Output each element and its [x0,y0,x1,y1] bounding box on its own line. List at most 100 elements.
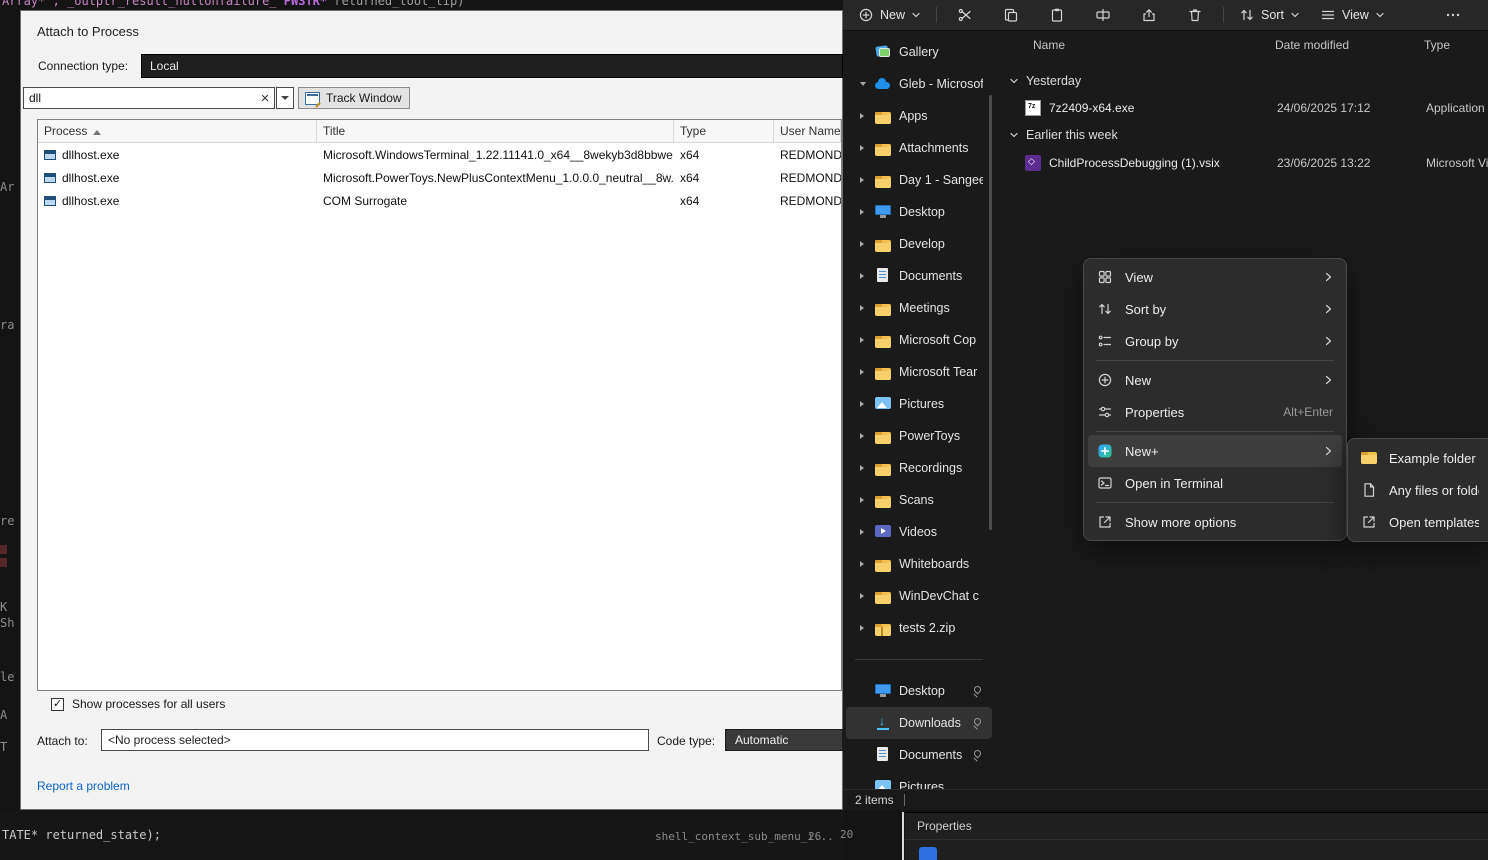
nav-label: tests 2.zip [899,621,955,635]
nav-item-onedrive[interactable]: Gleb - Microsof [846,68,992,100]
nav-item-attachments[interactable]: Attachments [846,132,992,164]
nav-item-documents-pinned[interactable]: Documents [846,739,992,771]
column-header-name[interactable]: Name [1033,38,1275,60]
chevron-down-icon[interactable] [860,82,870,86]
column-header-type[interactable]: Type [674,120,774,142]
nav-item-apps[interactable]: Apps [846,100,992,132]
context-menu-item-sort-by[interactable]: Sort by [1088,293,1342,325]
cut-button[interactable] [942,2,988,28]
chevron-right-icon[interactable] [860,337,870,343]
nav-item-pictures[interactable]: Pictures [846,388,992,420]
submenu-item-example-folder[interactable]: Example folder [1352,442,1488,474]
codelens-count[interactable]: 26 [808,830,821,843]
context-menu-item-properties[interactable]: Properties Alt+Enter [1088,396,1342,428]
nav-label: Day 1 - Sangee [899,173,983,187]
submenu-item-open-templates[interactable]: Open templates [1352,506,1488,538]
column-header-username[interactable]: User Name [774,120,841,142]
chevron-right-icon[interactable] [860,113,870,119]
column-header-process[interactable]: Process [38,120,317,142]
nav-item-downloads-pinned[interactable]: Downloads [846,707,992,739]
code-type-combobox[interactable]: Automatic [725,729,843,751]
chevron-right-icon[interactable] [860,305,870,311]
table-row[interactable]: dllhost.exe COM Surrogate x64 REDMOND [38,189,841,212]
table-row[interactable]: dllhost.exe Microsoft.PowerToys.NewPlusC… [38,166,841,189]
group-header-earlier-this-week[interactable]: Earlier this week [1009,126,1118,144]
submenu-item-any-files[interactable]: Any files or folde [1352,474,1488,506]
connection-type-combobox[interactable]: Local [141,54,843,78]
nav-item-desktop[interactable]: Desktop [846,196,992,228]
more-options-button[interactable] [1430,2,1476,28]
column-header-date-modified[interactable]: Date modified [1275,38,1424,60]
show-all-users-checkbox-row[interactable]: Show processes for all users [51,697,225,711]
nav-item-desktop-pinned[interactable]: Desktop [846,675,992,707]
nav-item-day1[interactable]: Day 1 - Sangee [846,164,992,196]
process-type: x64 [674,194,774,208]
nav-item-recordings[interactable]: Recordings [846,452,992,484]
report-a-problem-link[interactable]: Report a problem [37,779,130,793]
delete-button[interactable] [1172,2,1218,28]
nav-item-videos[interactable]: Videos [846,516,992,548]
chevron-right-icon[interactable] [860,497,870,503]
nav-item-pictures-pinned[interactable]: Pictures [846,771,992,790]
code-token: returned_tool_tip) [327,0,464,8]
chevron-right-icon[interactable] [860,209,870,215]
nav-item-microsoft-teams[interactable]: Microsoft Tear [846,356,992,388]
chevron-down-icon [1375,10,1385,20]
chevron-right-icon[interactable] [860,241,870,247]
copy-button[interactable] [988,2,1034,28]
newplus-submenu: Example folder Any files or folde Open t… [1347,438,1488,542]
file-row[interactable]: 7z2409-x64.exe 24/06/2025 17:12 Applicat… [1025,98,1488,118]
nav-item-windevchat[interactable]: WinDevChat c [846,580,992,612]
file-row[interactable]: ChildProcessDebugging (1).vsix 23/06/202… [1025,153,1488,173]
context-menu-item-view[interactable]: View [1088,261,1342,293]
chevron-right-icon[interactable] [860,145,870,151]
nav-item-gallery[interactable]: Gallery [846,36,992,68]
paste-button[interactable] [1034,2,1080,28]
context-menu-item-group-by[interactable]: Group by [1088,325,1342,357]
gallery-icon [875,44,891,60]
table-row[interactable]: dllhost.exe Microsoft.WindowsTerminal_1.… [38,143,841,166]
view-button[interactable]: View [1310,2,1395,28]
context-menu-item-show-more-options[interactable]: Show more options [1088,506,1342,538]
chevron-right-icon[interactable] [860,273,870,279]
sort-button[interactable]: Sort [1229,2,1310,28]
share-button[interactable] [1126,2,1172,28]
chevron-right-icon[interactable] [860,369,870,375]
chevron-right-icon[interactable] [860,529,870,535]
context-menu-item-open-in-terminal[interactable]: Open in Terminal [1088,467,1342,499]
nav-item-documents[interactable]: Documents [846,260,992,292]
nav-item-meetings[interactable]: Meetings [846,292,992,324]
track-window-button[interactable]: Track Window [298,87,410,109]
chevron-right-icon[interactable] [860,465,870,471]
column-header-type[interactable]: Type [1424,38,1488,60]
chevron-right-icon[interactable] [860,625,870,631]
context-menu-item-newplus[interactable]: New+ [1088,435,1342,467]
nav-item-scans[interactable]: Scans [846,484,992,516]
nav-item-powertoys[interactable]: PowerToys [846,420,992,452]
chevron-right-icon[interactable] [860,177,870,183]
clear-filter-icon[interactable]: ✕ [256,92,274,105]
nav-item-whiteboards[interactable]: Whiteboards [846,548,992,580]
filter-dropdown-button[interactable] [276,87,294,109]
nav-item-microsoft-copilot[interactable]: Microsoft Cop [846,324,992,356]
process-name: dllhost.exe [62,148,119,162]
process-filter-input[interactable]: dll ✕ [23,87,275,109]
codelens-reference[interactable]: shell_context_sub_menu_i... [655,830,834,843]
nav-item-develop[interactable]: Develop [846,228,992,260]
context-menu-item-new[interactable]: New [1088,364,1342,396]
status-bar: 2 items [843,789,1488,810]
chevron-right-icon[interactable] [860,401,870,407]
chevron-right-icon[interactable] [860,561,870,567]
nav-scrollbar[interactable] [989,95,992,530]
group-header-yesterday[interactable]: Yesterday [1009,72,1081,90]
new-button[interactable]: New [848,2,931,28]
attach-to-label: Attach to: [37,734,88,748]
rename-button[interactable] [1080,2,1126,28]
chevron-right-icon[interactable] [860,593,870,599]
code-fragment: T [0,740,7,754]
nav-item-tests-zip[interactable]: tests 2.zip [846,612,992,644]
checkbox-checked-icon[interactable] [51,698,64,711]
attach-to-field[interactable]: <No process selected> [101,729,649,751]
column-header-title[interactable]: Title [317,120,674,142]
chevron-right-icon[interactable] [860,433,870,439]
